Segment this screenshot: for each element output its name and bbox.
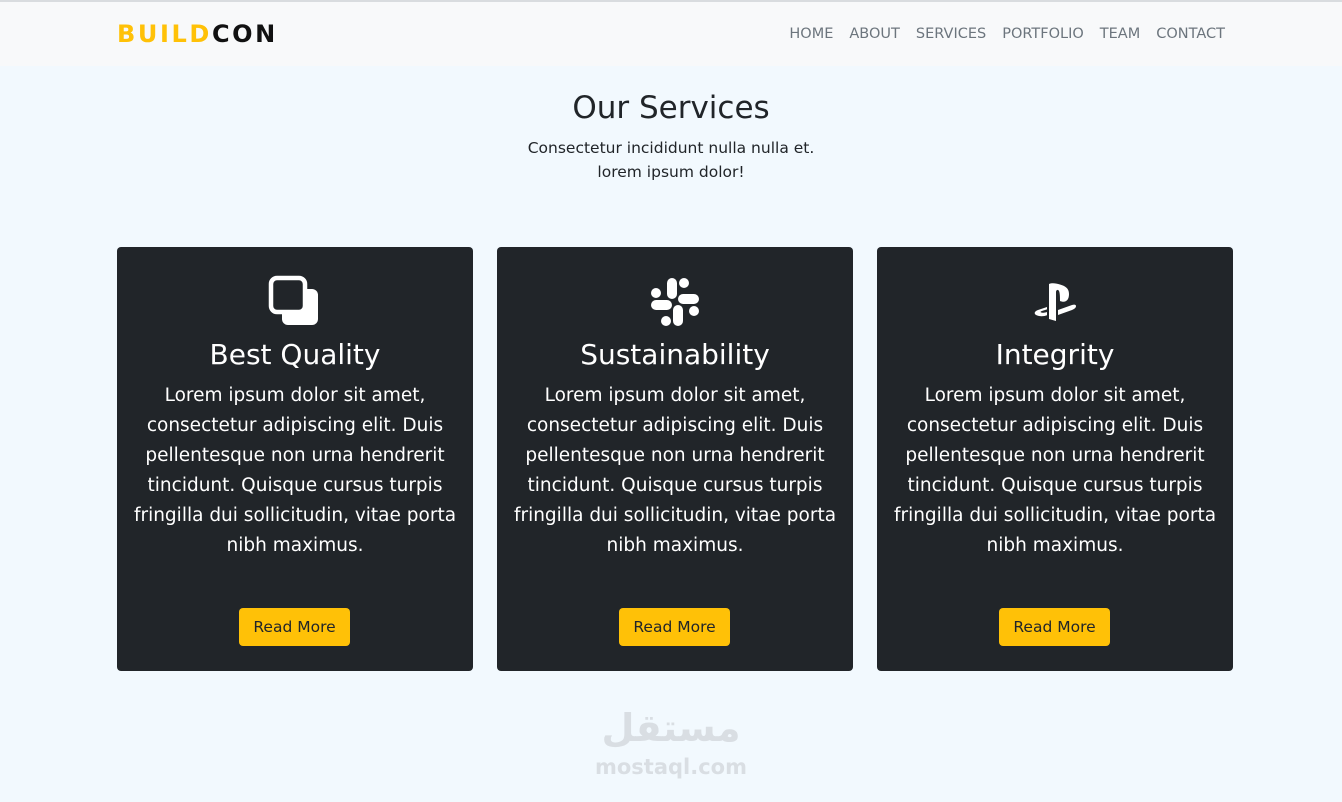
playstation-icon bbox=[877, 275, 1233, 329]
mostaql-watermark: مستقل mostaql.com bbox=[582, 702, 760, 788]
brand-logo[interactable]: BUILDCON bbox=[117, 19, 278, 49]
navbar: BUILDCON HOME ABOUT SERVICES PORTFOLIO T… bbox=[0, 2, 1342, 66]
watermark-logo: مستقل bbox=[601, 706, 741, 750]
card-text: Lorem ipsum dolor sit amet, consectetur … bbox=[513, 385, 837, 556]
read-more-button[interactable]: Read More bbox=[999, 608, 1110, 646]
service-card-integrity: Integrity Lorem ipsum dolor sit amet, co… bbox=[877, 247, 1233, 671]
card-title: Sustainability bbox=[580, 338, 770, 371]
service-card-best-quality: Best Quality Lorem ipsum dolor sit amet,… bbox=[117, 247, 473, 671]
section-subtitle: Consectetur incididunt nulla nulla et. l… bbox=[527, 139, 815, 181]
nav-about[interactable]: ABOUT bbox=[849, 24, 900, 44]
card-title: Integrity bbox=[995, 338, 1115, 371]
nav-team[interactable]: TEAM bbox=[1100, 24, 1140, 44]
main-nav: HOME ABOUT SERVICES PORTFOLIO TEAM CONTA… bbox=[789, 24, 1225, 44]
nav-home[interactable]: HOME bbox=[789, 24, 833, 44]
card-title: Best Quality bbox=[209, 338, 381, 371]
read-more-button[interactable]: Read More bbox=[619, 608, 730, 646]
nav-services[interactable]: SERVICES bbox=[916, 24, 986, 44]
overlapping-squares-icon bbox=[117, 275, 473, 329]
card-text: Lorem ipsum dolor sit amet, consectetur … bbox=[893, 385, 1217, 556]
nav-contact[interactable]: CONTACT bbox=[1156, 24, 1225, 44]
slack-icon bbox=[497, 275, 853, 329]
brand-part-con: CON bbox=[211, 20, 278, 48]
card-text: Lorem ipsum dolor sit amet, consectetur … bbox=[133, 385, 457, 556]
brand-part-build: BUILD bbox=[117, 20, 212, 48]
service-card-sustainability: Sustainability Lorem ipsum dolor sit ame… bbox=[497, 247, 853, 671]
nav-portfolio[interactable]: PORTFOLIO bbox=[1002, 24, 1084, 44]
read-more-button[interactable]: Read More bbox=[239, 608, 350, 646]
watermark-url: mostaql.com bbox=[595, 755, 747, 779]
section-title: Our Services bbox=[572, 90, 770, 126]
